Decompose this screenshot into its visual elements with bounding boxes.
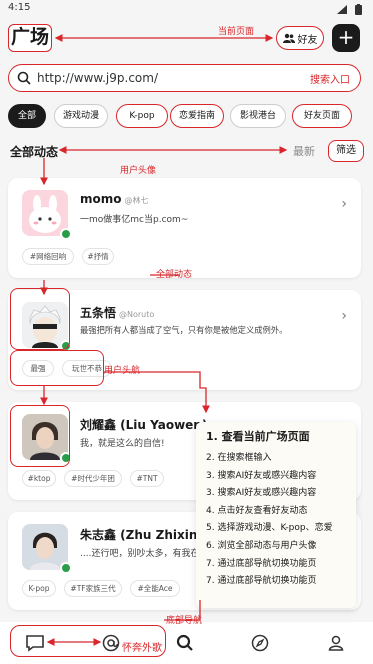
search-icon	[17, 71, 31, 85]
tag[interactable]: K-pop	[22, 580, 56, 597]
post-card[interactable]: 五条悟 @Noruto 最强把所有人都当成了空气，只有你是被他定义成例外。 › 最…	[8, 290, 361, 390]
online-badge	[60, 228, 72, 240]
status-bar: 4:15	[0, 0, 373, 18]
post-content: 最强把所有人都当成了空气，只有你是被他定义成例外。	[80, 325, 288, 335]
battery-icon	[355, 4, 362, 15]
tag[interactable]: #TNT	[130, 470, 164, 487]
author-name: momo	[80, 192, 122, 206]
search-icon[interactable]	[174, 632, 196, 654]
tag[interactable]: 最强	[22, 360, 54, 377]
search-input[interactable]	[37, 71, 257, 85]
post-author[interactable]: 五条悟 @Noruto	[80, 304, 154, 321]
profile-icon[interactable]	[325, 632, 347, 654]
section-title: 全部动态	[10, 145, 59, 159]
tutorial-step: 7. 通过底部导航切换功能页	[206, 558, 317, 569]
chevron-right-icon[interactable]: ›	[341, 308, 347, 324]
sort-latest[interactable]: 最新	[293, 143, 315, 159]
tag[interactable]: #ktop	[22, 470, 56, 487]
tag[interactable]: #时代少年团	[64, 470, 122, 487]
post-content: ....还行吧，别吵太多，有我在，	[80, 549, 209, 559]
tag[interactable]: #网络回响	[22, 248, 74, 265]
chip-friend-page[interactable]: 好友页面	[292, 104, 352, 128]
friends-icon	[282, 33, 295, 43]
online-badge	[60, 562, 72, 574]
chip-games-anime[interactable]: 游戏动漫	[54, 104, 108, 128]
post-content: 一mo做事亿mc当p.com~	[80, 215, 189, 225]
chip-love-guide[interactable]: 恋爱指南	[170, 104, 224, 128]
add-button[interactable]: +	[332, 24, 360, 52]
chip-film-hk-tw[interactable]: 影视港台	[230, 104, 286, 128]
annotation-user-header: 用户头航	[104, 366, 141, 376]
tutorial-step: 3. 搜索AI好友或感兴趣内容	[206, 470, 317, 481]
tutorial-step: 3. 搜索AI好友或感兴趣内容	[206, 488, 317, 499]
compass-icon[interactable]	[249, 632, 271, 654]
chip-all[interactable]: 全部	[8, 104, 46, 128]
page-title: 广场	[8, 24, 52, 52]
author-handle: @Noruto	[119, 310, 155, 319]
annotation-current-page: 当前页面	[218, 27, 255, 37]
status-time: 4:15	[8, 2, 31, 13]
tutorial-step: 5. 选择游戏动漫、K-pop、恋爱	[206, 523, 333, 534]
chevron-right-icon[interactable]: ›	[341, 196, 347, 212]
search-bar[interactable]: 搜索入口	[8, 64, 361, 92]
post-content: 我，就是这么的自信!	[80, 439, 165, 449]
annotation-all-posts: 全部动态	[156, 270, 193, 280]
tutorial-step: 4. 点击好友查看好友动态	[206, 505, 308, 516]
tutorial-step: 2. 在搜索框输入	[206, 453, 272, 463]
tag[interactable]: #抒情	[82, 248, 114, 265]
author-name: 五条悟	[80, 306, 117, 320]
annotation-bottom-highlight: 怀奔外歌	[122, 643, 162, 654]
author-handle: @林七	[124, 196, 149, 205]
annotation-search-entry: 搜索入口	[310, 75, 350, 86]
annotation-bottom-nav: 底部导航	[166, 616, 203, 626]
tutorial-panel: 1. 查看当前广场页面 2. 在搜索框输入 3. 搜索AI好友或感兴趣内容 3.…	[196, 422, 356, 608]
online-badge	[60, 452, 72, 464]
tag[interactable]: #全能Ace	[130, 580, 180, 597]
filter-button[interactable]: 筛选	[328, 140, 364, 162]
post-card[interactable]: momo @林七 一mo做事亿mc当p.com~ › #网络回响 #抒情	[8, 178, 361, 278]
signal-icon	[337, 5, 347, 14]
post-author[interactable]: 刘耀鑫 (Liu Yaowen)	[80, 416, 207, 433]
online-badge	[60, 340, 72, 352]
tag[interactable]: #TF家族三代	[64, 580, 122, 597]
tutorial-step: 7. 通过底部导航切换功能页	[206, 576, 317, 587]
post-author[interactable]: momo @林七	[80, 192, 149, 206]
post-author[interactable]: 朱志鑫 (Zhu Zhixin)	[80, 526, 203, 543]
friends-label: 好友	[297, 34, 318, 46]
friends-button[interactable]: 好友	[276, 26, 324, 50]
annotation-user-avatar: 用户头像	[120, 166, 157, 176]
tutorial-step: 6. 浏览全部动态与用户头像	[206, 540, 317, 551]
tutorial-heading: 1. 查看当前广场页面	[206, 430, 310, 443]
chip-kpop[interactable]: K-pop	[116, 104, 168, 128]
